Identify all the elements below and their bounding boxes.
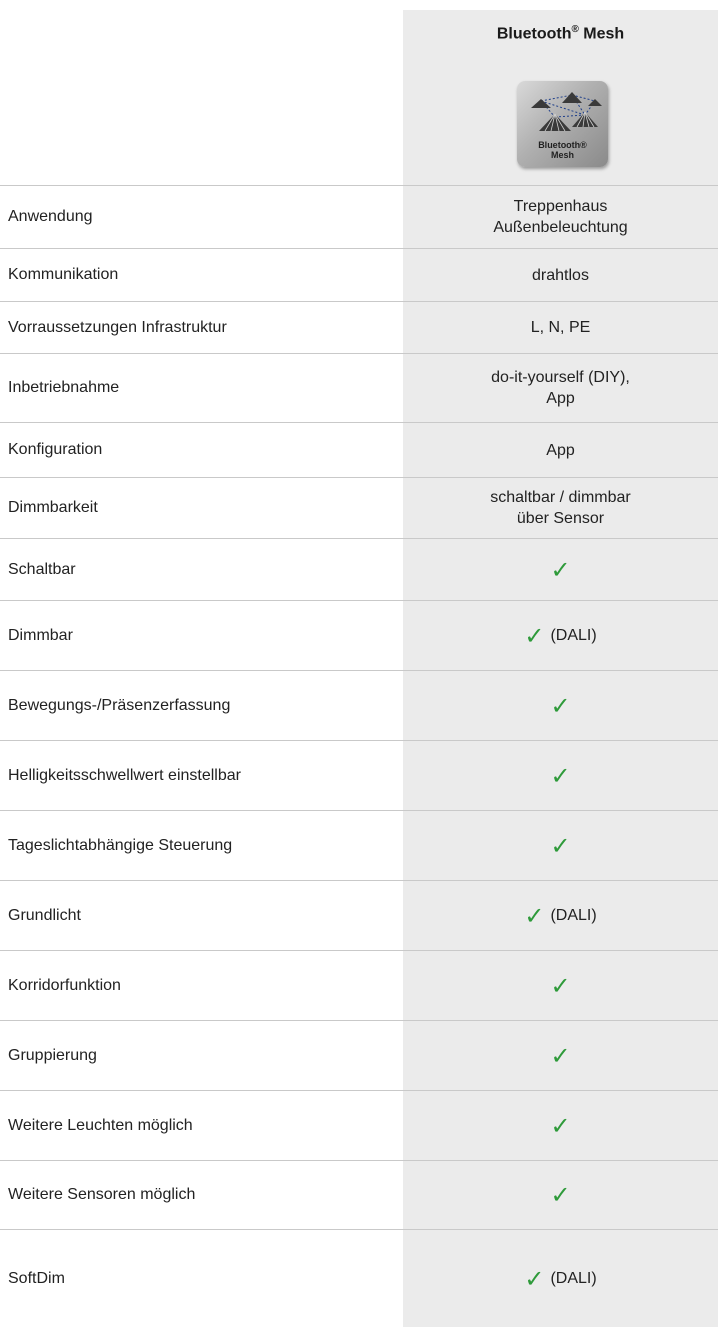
row-value: schaltbar / dimmbar über Sensor <box>403 478 718 538</box>
table-row: SoftDim ✓ (DALI) <box>0 1229 718 1327</box>
value-line: App <box>546 390 575 407</box>
row-label: Bewegungs-/Präsenzerfassung <box>8 696 231 714</box>
row-label: Grundlicht <box>8 906 81 924</box>
logo-label: Bluetooth® Mesh <box>538 140 587 160</box>
value-line: App <box>546 441 575 459</box>
dali-note: (DALI) <box>550 907 597 924</box>
row-value: ✓ <box>403 1091 718 1160</box>
row-value: Treppenhaus Außenbeleuchtung <box>403 186 718 248</box>
row-label: Anwendung <box>8 208 93 225</box>
table-row: Konfiguration App <box>0 422 718 477</box>
row-value: ✓ <box>403 671 718 740</box>
table-row: Weitere Sensoren möglich ✓ <box>0 1160 718 1229</box>
checkmark-icon: ✓ <box>550 1041 571 1070</box>
table-row: Inbetriebnahme do-it-yourself (DIY), App <box>0 353 718 422</box>
check-value: ✓ <box>550 1183 570 1207</box>
row-value: App <box>403 423 718 477</box>
checkmark-icon: ✓ <box>550 691 571 720</box>
check-value: ✓ (DALI) <box>524 904 596 928</box>
table-header: Bluetooth® Mesh Bluetooth® Mesh <box>0 0 718 185</box>
table-row: Korridorfunktion ✓ <box>0 950 718 1020</box>
table-row: Kommunikation drahtlos <box>0 248 718 301</box>
value-line: do-it-yourself (DIY), <box>491 369 630 386</box>
check-value: ✓ <box>550 694 570 718</box>
row-label: Tageslichtabhängige Steuerung <box>8 836 233 854</box>
row-label: Weitere Leuchten möglich <box>8 1116 193 1134</box>
table-row: Dimmbarkeit schaltbar / dimmbar über Senso… <box>0 477 718 538</box>
row-label: Schaltbar <box>8 560 76 578</box>
table-row: Grundlicht ✓ (DALI) <box>0 880 718 950</box>
row-value: ✓ <box>403 811 718 880</box>
table-row: Gruppierung ✓ <box>0 1020 718 1090</box>
row-label: Vorraussetzungen Infrastruktur <box>8 318 227 336</box>
checkmark-icon: ✓ <box>550 555 571 584</box>
value-line: drahtlos <box>532 266 589 284</box>
row-value: ✓ <box>403 1021 718 1090</box>
check-value: ✓ <box>550 1044 570 1068</box>
table-row: Schaltbar ✓ <box>0 538 718 600</box>
row-label: Helligkeitsschwellwert einstellbar <box>8 766 241 784</box>
check-value: ✓ <box>550 974 570 998</box>
row-value: drahtlos <box>403 249 718 301</box>
check-value: ✓ <box>550 558 570 582</box>
row-label: Konfiguration <box>8 441 103 458</box>
table-row: Tageslichtabhängige Steuerung ✓ <box>0 810 718 880</box>
checkmark-icon: ✓ <box>524 621 545 650</box>
row-label: Gruppierung <box>8 1046 97 1064</box>
checkmark-icon: ✓ <box>550 1111 571 1140</box>
row-value: ✓ <box>403 1161 718 1229</box>
table-row: Helligkeitsschwellwert einstellbar ✓ <box>0 740 718 810</box>
row-label: Dimmbarkeit <box>8 499 98 516</box>
checkmark-icon: ✓ <box>550 971 571 1000</box>
row-value: do-it-yourself (DIY), App <box>403 354 718 422</box>
row-value: ✓ (DALI) <box>403 881 718 950</box>
bluetooth-mesh-logo-icon: Bluetooth® Mesh <box>517 81 608 167</box>
value-line: L, N, PE <box>530 319 591 336</box>
table-row: Vorraussetzungen Infrastruktur L, N, PE <box>0 301 718 353</box>
value-line: Außenbeleuchtung <box>493 219 628 236</box>
table-row: Weitere Leuchten möglich ✓ <box>0 1090 718 1160</box>
table-row: Anwendung Treppenhaus Außenbeleuchtung <box>0 185 718 248</box>
row-value: ✓ <box>403 539 718 600</box>
value-line: schaltbar / dimmbar <box>490 489 631 506</box>
checkmark-icon: ✓ <box>550 831 571 860</box>
dali-note: (DALI) <box>550 627 597 644</box>
value-line: über Sensor <box>516 510 605 527</box>
check-value: ✓ (DALI) <box>524 624 596 648</box>
value-line: Treppenhaus <box>513 198 608 215</box>
row-label: Dimmbar <box>8 626 73 644</box>
dali-note: (DALI) <box>550 1270 597 1287</box>
row-label: Weitere Sensoren möglich <box>8 1186 196 1203</box>
column-title: Bluetooth® Mesh <box>496 24 625 43</box>
row-value: ✓ <box>403 741 718 810</box>
checkmark-icon: ✓ <box>524 1264 545 1293</box>
table-row: Dimmbar ✓ (DALI) <box>0 600 718 670</box>
row-value: ✓ <box>403 951 718 1020</box>
row-label: Inbetriebnahme <box>8 379 120 396</box>
checkmark-icon: ✓ <box>550 1181 571 1209</box>
row-value: L, N, PE <box>403 302 718 353</box>
check-value: ✓ <box>550 834 570 858</box>
checkmark-icon: ✓ <box>550 761 571 790</box>
table-row: Bewegungs-/Präsenzerfassung ✓ <box>0 670 718 740</box>
row-value: ✓ (DALI) <box>403 601 718 670</box>
checkmark-icon: ✓ <box>524 901 545 930</box>
row-label: Korridorfunktion <box>8 976 121 994</box>
row-label: SoftDim <box>8 1269 65 1287</box>
row-label: Kommunikation <box>8 266 119 283</box>
check-value: ✓ <box>550 1114 570 1138</box>
check-value: ✓ <box>550 764 570 788</box>
check-value: ✓ (DALI) <box>524 1267 596 1291</box>
row-value: ✓ (DALI) <box>403 1230 718 1327</box>
